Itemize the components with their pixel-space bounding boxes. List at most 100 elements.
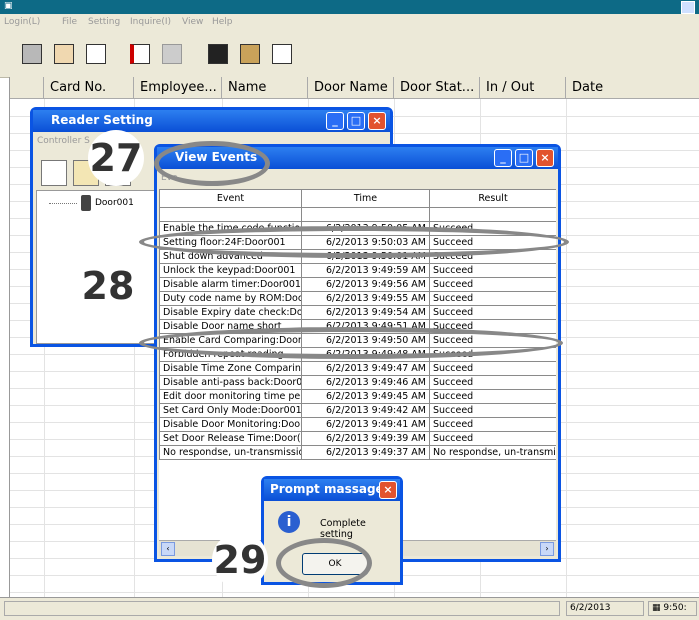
cell-result: Succeed — [429, 263, 556, 278]
cell-time: 6/2/2013 9:49:39 AM — [301, 431, 430, 446]
column-event[interactable]: Event — [159, 189, 302, 208]
table-row[interactable]: Disable Expiry date check:Do 6/2/2013 9:4… — [159, 305, 556, 320]
cell-time — [301, 207, 430, 222]
tree-item-door001[interactable]: Door001 — [95, 198, 134, 208]
door-out-icon[interactable] — [158, 40, 186, 68]
cell-time: 6/2/2013 9:49:59 AM — [301, 263, 430, 278]
grid-row-line — [10, 592, 699, 593]
refresh-icon[interactable] — [41, 160, 67, 186]
clock-icon: ▦ — [652, 603, 664, 613]
cell-time: 6/2/2013 9:49:54 AM — [301, 305, 430, 320]
user-card-icon[interactable] — [50, 40, 78, 68]
column-employee[interactable]: Employee... — [134, 77, 222, 99]
status-date: 6/2/2013 — [566, 601, 644, 616]
minimize-button[interactable] — [681, 1, 695, 14]
cell-time: 6/2/2013 9:49:41 AM — [301, 417, 430, 432]
cell-event: Set Card Only Mode:Door001 — [159, 403, 302, 418]
cell-result: Succeed — [429, 305, 556, 320]
scroll-right-icon[interactable]: › — [540, 542, 554, 556]
cell-result: Succeed — [429, 417, 556, 432]
tree-connector — [49, 203, 77, 204]
document-icon[interactable] — [82, 40, 110, 68]
table-row[interactable]: No respondse, un-transmissior 6/2/2013 9:… — [159, 445, 556, 460]
scroll-left-icon[interactable]: ‹ — [161, 542, 175, 556]
prompt-message: Complete setting — [320, 518, 366, 540]
events-close-button[interactable]: × — [536, 149, 554, 167]
table-row[interactable]: Set Door Release Time:Door(6/2/2013 9:49… — [159, 431, 556, 446]
reader-minimize-button[interactable]: _ — [326, 112, 344, 130]
column-card-no[interactable]: Card No. — [44, 77, 134, 99]
menu-login[interactable]: Login(L) — [4, 17, 40, 27]
table-row[interactable]: Disable Time Zone Comparing 6/2/2013 9:49… — [159, 361, 556, 376]
menu-view[interactable]: View — [182, 17, 203, 27]
status-panel-main — [4, 601, 560, 616]
column-time[interactable]: Time — [301, 189, 430, 208]
cell-event: Disable alarm timer:Door001 — [159, 277, 302, 292]
status-time: ▦ 9:50: — [648, 601, 697, 616]
reader-setting-title: Reader Setting — [51, 113, 153, 127]
door-in-icon[interactable] — [126, 40, 154, 68]
highlight-view-events — [154, 141, 270, 186]
cell-result: No respondse, un-transmissio — [429, 445, 556, 460]
cell-event: Unlock the keypad:Door001 — [159, 263, 302, 278]
cell-result: Succeed — [429, 277, 556, 292]
report-icon[interactable] — [268, 40, 296, 68]
menu-setting[interactable]: Setting — [88, 17, 120, 27]
cell-time: 6/2/2013 9:49:55 AM — [301, 291, 430, 306]
reader-close-button[interactable]: × — [368, 112, 386, 130]
cell-result: Succeed — [429, 403, 556, 418]
menu-help[interactable]: Help — [212, 17, 233, 27]
cell-event: Disable Time Zone Comparing — [159, 361, 302, 376]
cell-event: Disable Expiry date check:Do — [159, 305, 302, 320]
cell-event: Edit door monitoring time perio — [159, 389, 302, 404]
column-date[interactable]: Date — [566, 77, 699, 99]
cell-event: Disable Door Monitoring:Door( — [159, 417, 302, 432]
events-minimize-button[interactable]: _ — [494, 149, 512, 167]
column-in-out[interactable]: In / Out — [480, 77, 566, 99]
cell-time: 6/2/2013 9:49:46 AM — [301, 375, 430, 390]
events-maximize-button[interactable]: □ — [515, 149, 533, 167]
table-row[interactable]: Disable anti-pass back:Door0 6/2/2013 9:4… — [159, 375, 556, 390]
table-row[interactable]: Disable alarm timer:Door001 6/2/2013 9:49… — [159, 277, 556, 292]
highlight-setting-floor — [139, 226, 569, 258]
cell-result: Succeed — [429, 375, 556, 390]
cell-result: Succeed — [429, 431, 556, 446]
cell-event — [159, 207, 302, 222]
calculator-icon[interactable] — [18, 40, 46, 68]
cell-event: Disable anti-pass back:Door0 — [159, 375, 302, 390]
table-row[interactable]: Set Card Only Mode:Door001 6/2/2013 9:49:… — [159, 403, 556, 418]
table-row[interactable] — [159, 207, 556, 222]
app-icon: ▣ — [4, 1, 13, 11]
door-controller-icon — [81, 195, 91, 211]
menu-inquire[interactable]: Inquire(I) — [130, 17, 171, 27]
step-badge-27: 27 — [88, 130, 144, 186]
clipboard-icon[interactable] — [236, 40, 264, 68]
reader-maximize-button[interactable]: □ — [347, 112, 365, 130]
cell-result — [429, 207, 556, 222]
cell-time: 6/2/2013 9:49:45 AM — [301, 389, 430, 404]
table-row[interactable]: Unlock the keypad:Door001 6/2/2013 9:49:5… — [159, 263, 556, 278]
cell-time: 6/2/2013 9:49:47 AM — [301, 361, 430, 376]
cell-time: 6/2/2013 9:49:56 AM — [301, 277, 430, 292]
column-door-status[interactable]: Door Stat... — [394, 77, 480, 99]
prompt-title: Prompt massage — [270, 482, 384, 496]
column-name[interactable]: Name — [222, 77, 308, 99]
table-row[interactable]: Disable Door Monitoring:Door(6/2/2013 9:… — [159, 417, 556, 432]
cell-result: Succeed — [429, 361, 556, 376]
cell-event: Duty code name by ROM:Doc — [159, 291, 302, 306]
toolbar — [0, 33, 699, 78]
cell-result: Succeed — [429, 389, 556, 404]
menu-file[interactable]: File — [62, 17, 77, 27]
step-badge-29: 29 — [212, 532, 268, 588]
prompt-close-button[interactable]: × — [379, 481, 397, 499]
table-row[interactable]: Edit door monitoring time perio 6/2/2013 … — [159, 389, 556, 404]
cell-event: Set Door Release Time:Door( — [159, 431, 302, 446]
grid-column-line — [566, 99, 567, 597]
highlight-ok-button — [276, 538, 372, 588]
cell-result: Succeed — [429, 291, 556, 306]
column-result[interactable]: Result — [429, 189, 556, 208]
monitor-icon[interactable] — [204, 40, 232, 68]
table-row[interactable]: Duty code name by ROM:Doc 6/2/2013 9:49:5… — [159, 291, 556, 306]
column-door-name[interactable]: Door Name — [308, 77, 394, 99]
cell-time: 6/2/2013 9:49:37 AM — [301, 445, 430, 460]
